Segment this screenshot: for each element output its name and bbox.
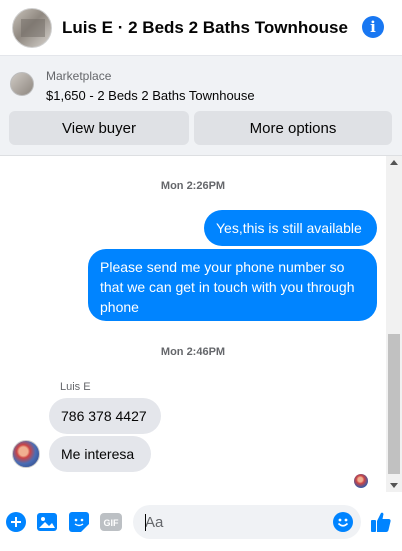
listing-thumbnail[interactable] xyxy=(10,72,34,96)
scrollbar[interactable] xyxy=(386,156,402,492)
message-input-container[interactable] xyxy=(133,505,361,539)
message-outgoing[interactable]: Please send me your phone number so that… xyxy=(88,249,377,321)
listing-avatar[interactable] xyxy=(12,7,52,48)
info-icon[interactable]: i xyxy=(362,16,384,38)
listing-summary[interactable]: $1,650 - 2 Beds 2 Baths Townhouse xyxy=(46,88,255,103)
chat-title[interactable]: Luis E · 2 Beds 2 Baths Townhouse xyxy=(62,18,348,38)
sender-name: Luis E xyxy=(60,381,91,393)
seen-indicator-avatar xyxy=(354,474,368,488)
scroll-down-arrow-icon[interactable] xyxy=(390,483,398,488)
svg-text:GIF: GIF xyxy=(104,518,120,528)
emoji-icon[interactable] xyxy=(333,512,353,532)
message-input[interactable] xyxy=(145,505,325,539)
like-icon[interactable] xyxy=(370,511,392,533)
plus-icon[interactable] xyxy=(5,511,27,533)
chat-header: Luis E · 2 Beds 2 Baths Townhouse i xyxy=(0,0,402,56)
timestamp: Mon 2:46PM xyxy=(160,346,226,358)
gif-icon[interactable]: GIF xyxy=(100,511,122,533)
text-caret xyxy=(145,514,146,531)
image-icon[interactable] xyxy=(36,511,58,533)
message-outgoing[interactable]: Yes,this is still available xyxy=(204,210,377,246)
message-incoming[interactable]: Me interesa xyxy=(49,436,151,472)
marketplace-panel: Marketplace $1,650 - 2 Beds 2 Baths Town… xyxy=(0,56,402,156)
marketplace-label: Marketplace xyxy=(46,69,112,83)
scroll-up-arrow-icon[interactable] xyxy=(390,160,398,165)
sender-avatar[interactable] xyxy=(12,440,40,468)
sticker-icon[interactable] xyxy=(68,511,90,533)
more-options-button[interactable]: More options xyxy=(194,111,392,145)
view-buyer-button[interactable]: View buyer xyxy=(9,111,189,145)
scrollbar-thumb[interactable] xyxy=(388,334,400,474)
message-incoming[interactable]: 786 378 4427 xyxy=(49,398,161,434)
timestamp: Mon 2:26PM xyxy=(160,180,226,192)
